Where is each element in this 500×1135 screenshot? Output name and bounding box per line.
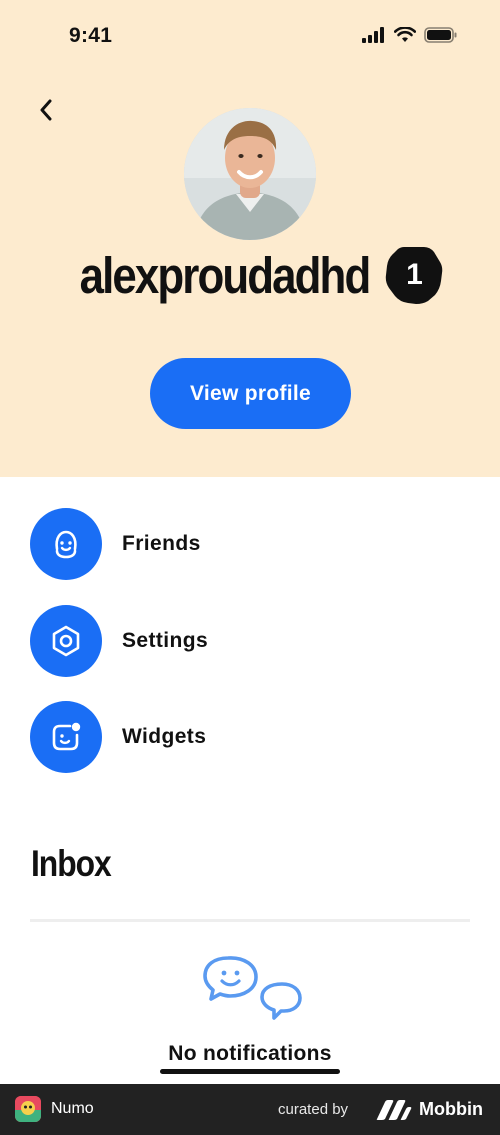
chat-bubbles-icon	[200, 955, 306, 1025]
footer-curated-label: curated by	[278, 1101, 349, 1118]
empty-state-title: No notifications	[168, 1042, 332, 1065]
avatar[interactable]	[184, 108, 316, 240]
menu-item-label: Widgets	[122, 725, 207, 748]
back-button[interactable]	[30, 94, 62, 126]
friends-icon-circle	[30, 508, 102, 580]
inbox-divider	[30, 919, 470, 922]
smile-face-icon	[55, 530, 77, 559]
avatar-photo	[184, 108, 316, 240]
status-bar: 9:41	[0, 0, 500, 72]
footer-app-name: Numo	[51, 1100, 94, 1117]
settings-icon-circle	[30, 605, 102, 677]
inbox-title: Inbox	[31, 843, 112, 884]
app-icon	[15, 1096, 41, 1122]
level-badge: 1	[384, 245, 444, 305]
widgets-icon-circle	[30, 701, 102, 773]
mobbin-logo-icon	[376, 1100, 412, 1120]
menu-item-friends[interactable]: Friends	[30, 508, 470, 580]
chevron-left-icon	[40, 99, 52, 121]
profile-header: 9:41 alexproudadhd 1 View profile	[0, 0, 500, 477]
gear-hexagon-icon	[52, 625, 80, 657]
view-profile-button[interactable]: View profile	[150, 358, 351, 429]
menu-item-label: Friends	[122, 532, 201, 555]
username: alexproudadhd	[79, 246, 371, 304]
signal-icon	[362, 27, 384, 43]
menu-item-label: Settings	[122, 629, 209, 652]
wifi-icon	[394, 27, 416, 42]
menu-item-settings[interactable]: Settings	[30, 605, 470, 677]
menu-item-widgets[interactable]: Widgets	[30, 701, 470, 773]
level-value: 1	[406, 258, 423, 291]
empty-state-underline	[160, 1069, 340, 1074]
widget-face-icon	[52, 722, 81, 751]
status-icons	[362, 27, 458, 43]
battery-icon	[424, 27, 457, 43]
footer-brand: Mobbin	[419, 1099, 483, 1119]
footer-bar: Numo curated by Mobbin	[0, 1084, 500, 1135]
username-row: alexproudadhd 1	[0, 240, 500, 310]
status-time: 9:41	[69, 24, 113, 47]
